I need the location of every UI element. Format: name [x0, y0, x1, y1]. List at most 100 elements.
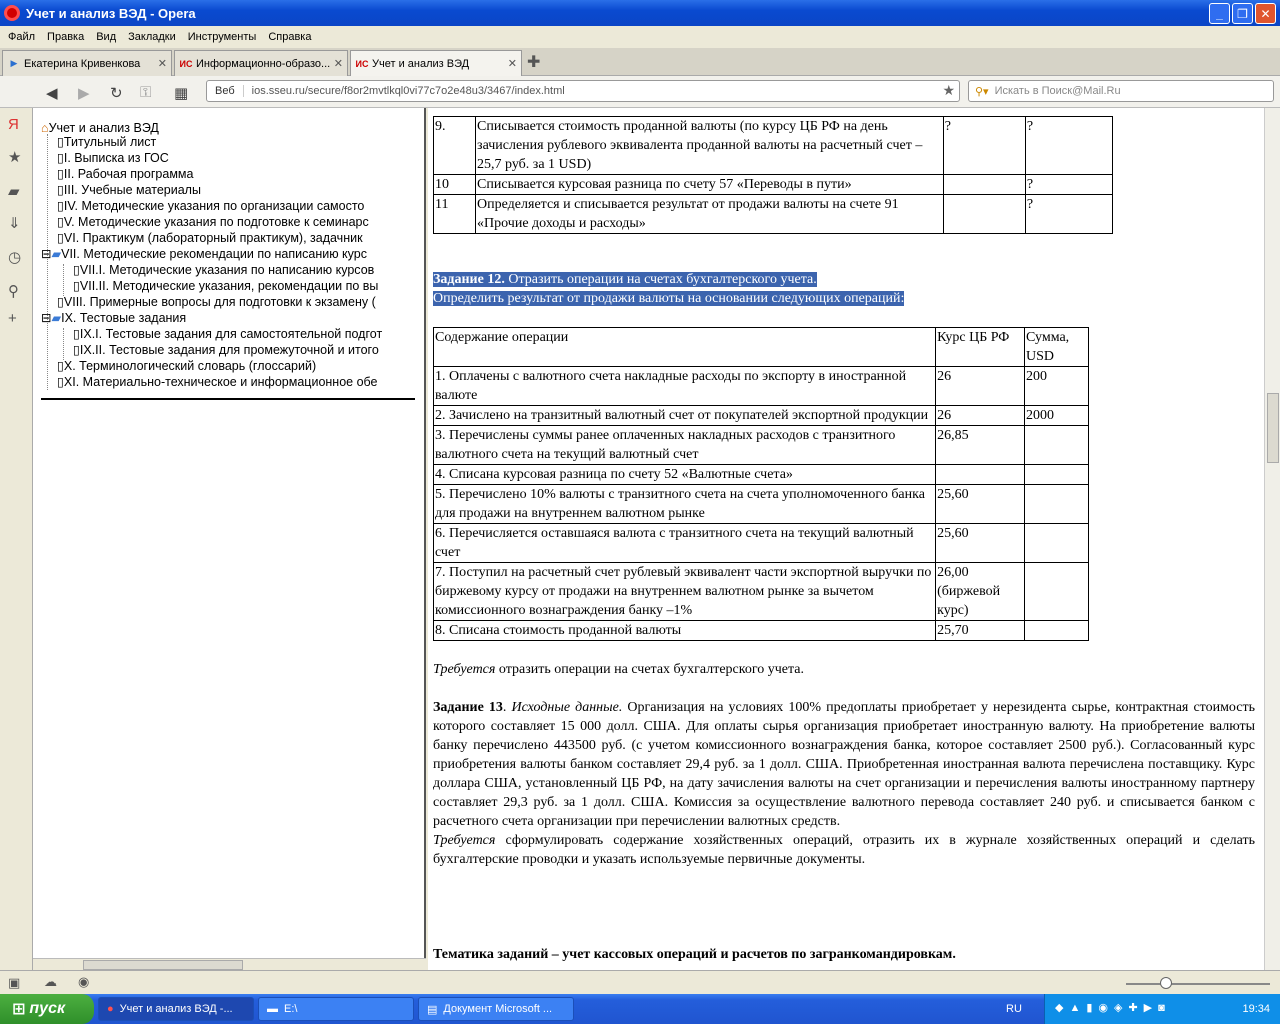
windows-taskbar: ⊞ пуск ● Учет и анализ ВЭД -... ▬ E:\ ▤ Доку… — [0, 994, 1280, 1024]
tab-close-icon[interactable]: ✕ — [508, 57, 517, 70]
tree-item[interactable]: ▯VIII. Примерные вопросы для подготовки … — [57, 294, 376, 310]
menu-file[interactable]: Файл — [2, 31, 41, 43]
document-icon: ▯ — [57, 167, 64, 181]
speed-dial-icon[interactable]: ▦ — [174, 84, 188, 102]
tree-folder[interactable]: ⊟▰VII. Методические рекомендации по напи… — [41, 246, 367, 262]
column-header: Содержание операции — [432, 327, 937, 367]
collapse-icon[interactable]: ⊟ — [41, 311, 51, 325]
zoom-slider-handle[interactable] — [1160, 977, 1172, 989]
tree-item[interactable]: ▯VI. Практикум (лабораторный практикум),… — [57, 230, 363, 246]
table-row: 11 Определяется и списывается результат … — [432, 194, 1114, 234]
notes-icon[interactable]: ▰ — [8, 182, 20, 200]
tab-krivenkova[interactable]: ▶ Екатерина Кривенкова ✕ — [2, 50, 172, 76]
row-sum — [1024, 425, 1089, 465]
row-credit: ? — [1024, 116, 1114, 175]
bookmarks-star-icon[interactable]: ★ — [8, 148, 21, 166]
tree-item[interactable]: ▯VII.I. Методические указания по написан… — [73, 262, 374, 278]
row-text: 2. Зачислено на транзитный валютный счет… — [432, 405, 937, 426]
document-icon: ▯ — [73, 327, 80, 341]
document-icon: ▯ — [73, 263, 80, 277]
minimize-button[interactable]: _ — [1209, 3, 1230, 24]
tab-close-icon[interactable]: ✕ — [158, 57, 167, 70]
unite-cloud-icon[interactable]: ☁ — [44, 974, 57, 990]
tree-item[interactable]: ▯Титульный лист — [57, 134, 156, 150]
contents-tree: ⌂Учет и анализ ВЭД ▯Титульный лист ▯I. В… — [33, 108, 426, 958]
tree-item[interactable]: ▯V. Методические указания по подготовке … — [57, 214, 369, 230]
tree-item[interactable]: ▯X. Терминологический словарь (глоссарий… — [57, 358, 316, 374]
start-button[interactable]: ⊞ пуск — [0, 994, 94, 1024]
key-icon[interactable]: ⚿ — [140, 84, 151, 101]
row-rate: 26,85 — [935, 425, 1026, 465]
operations-table-2: Содержание операции Курс ЦБ РФ Сумма, US… — [432, 327, 1089, 641]
row-number: 11 — [432, 194, 477, 234]
back-icon[interactable]: ◀ — [46, 84, 58, 102]
row-sum — [1024, 562, 1089, 621]
tree-item[interactable]: ▯IX.I. Тестовые задания для самостоятель… — [73, 326, 382, 342]
menu-tools[interactable]: Инструменты — [182, 31, 263, 43]
panel-toggle-icon[interactable]: ▣ — [8, 975, 20, 991]
taskbar-explorer[interactable]: ▬ E:\ — [258, 997, 414, 1021]
row-rate: 25,70 — [935, 620, 1026, 641]
menu-help[interactable]: Справка — [262, 31, 317, 43]
search-icon[interactable]: ⚲▾ — [969, 85, 995, 98]
history-icon[interactable]: ◷ — [8, 248, 21, 266]
menu-bookmarks[interactable]: Закладки — [122, 31, 182, 43]
row-rate: 26 — [935, 405, 1026, 426]
address-bar[interactable]: Веб ios.sseu.ru/secure/f8or2mvtlkql0vi77… — [206, 80, 960, 102]
menu-view[interactable]: Вид — [90, 31, 122, 43]
task-12-heading: Задание 12. Отразить операции на счетах … — [433, 270, 993, 308]
tree-item[interactable]: ▯IV. Методические указания по организаци… — [57, 198, 364, 214]
tree-item[interactable]: ▯III. Учебные материалы — [57, 182, 201, 198]
tab-info-portal[interactable]: ИС Информационно-образо... ✕ — [174, 50, 348, 76]
row-debit: ? — [942, 116, 1026, 175]
task-line: Определить результат от продажи валюты н… — [433, 291, 905, 306]
scroll-thumb[interactable] — [83, 960, 243, 970]
row-rate: 26 — [935, 366, 1026, 406]
clock: 19:34 — [1242, 1003, 1270, 1015]
zoom-slider[interactable] — [1126, 983, 1270, 985]
scroll-thumb[interactable] — [1267, 393, 1279, 463]
opera-logo-icon — [4, 5, 20, 21]
turbo-icon[interactable]: ◉ — [78, 974, 89, 990]
maximize-button[interactable]: ❐ — [1232, 3, 1253, 24]
panel-search-icon[interactable]: ⚲ — [8, 282, 19, 300]
reload-icon[interactable]: ↻ — [110, 84, 123, 102]
address-url[interactable]: ios.sseu.ru/secure/f8or2mvtlkql0vi77c7o2… — [244, 85, 565, 97]
opera-icon: ● — [107, 1003, 114, 1015]
downloads-icon[interactable]: ⇓ — [8, 214, 21, 232]
forward-icon[interactable]: ▶ — [78, 84, 90, 102]
site-icon: ИС — [179, 58, 193, 69]
tree-folder[interactable]: ⊟▰IX. Тестовые задания — [41, 310, 186, 326]
tree-item[interactable]: ▯XI. Материально-техническое и информаци… — [57, 374, 378, 390]
collapse-icon[interactable]: ⊟ — [41, 247, 51, 261]
add-panel-icon[interactable]: + — [8, 310, 17, 327]
bookmark-star-icon[interactable]: ★ — [942, 82, 955, 99]
menu-edit[interactable]: Правка — [41, 31, 90, 43]
document-icon: ▯ — [57, 183, 64, 197]
yandex-icon[interactable]: Я — [8, 116, 19, 133]
document-icon: ▯ — [57, 151, 64, 165]
search-box[interactable]: ⚲▾ Искать в Поиск@Mail.Ru — [968, 80, 1274, 102]
row-text: 1. Оплачены с валютного счета накладные … — [432, 366, 937, 406]
close-button[interactable]: ✕ — [1255, 3, 1276, 24]
tab-close-icon[interactable]: ✕ — [334, 57, 343, 70]
content-vertical-scrollbar[interactable] — [1264, 108, 1280, 970]
language-indicator[interactable]: RU — [1006, 1003, 1022, 1015]
tab-ved[interactable]: ИС Учет и анализ ВЭД ✕ — [350, 50, 522, 76]
tree-item[interactable]: ▯II. Рабочая программа — [57, 166, 193, 182]
row-debit — [942, 194, 1026, 234]
folder-open-icon: ▰ — [51, 311, 62, 325]
new-tab-icon[interactable]: ✚ — [527, 52, 540, 72]
taskbar-word[interactable]: ▤ Документ Microsoft ... — [418, 997, 574, 1021]
tab-label: Екатерина Кривенкова — [24, 57, 141, 70]
tree-item[interactable]: ▯I. Выписка из ГОС — [57, 150, 169, 166]
document-icon: ▯ — [57, 375, 64, 389]
tray-icons[interactable]: ◆▲▮◉◈✚▶◙ — [1055, 1001, 1171, 1014]
row-text: 8. Списана стоимость проданной валюты — [432, 620, 937, 641]
tree-item[interactable]: ▯VII.II. Методические указания, рекоменд… — [73, 278, 378, 294]
nav-toolbar: ◀ ▶ ↻ ⚿ ▦ Веб ios.sseu.ru/secure/f8or2mv… — [0, 76, 1280, 108]
taskbar-opera[interactable]: ● Учет и анализ ВЭД -... — [98, 997, 254, 1021]
tree-horizontal-scrollbar[interactable] — [33, 958, 426, 970]
windows-flag-icon: ⊞ — [12, 1001, 26, 1018]
tree-item[interactable]: ▯IX.II. Тестовые задания для промежуточн… — [73, 342, 379, 358]
